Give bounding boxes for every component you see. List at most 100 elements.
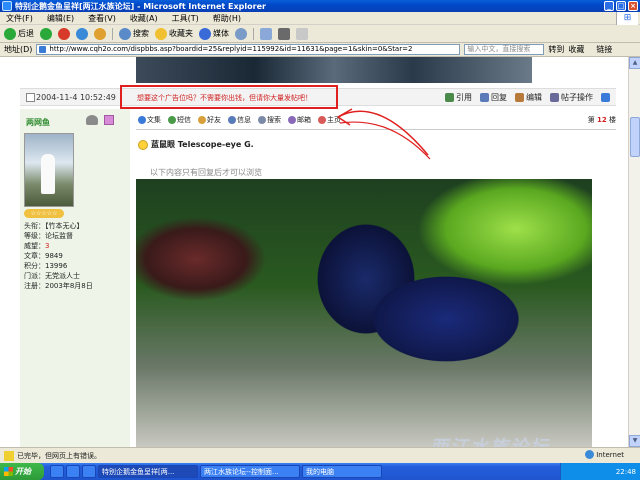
taskbar: 开始 特别企鹅金鱼呈祥[两... 两江水族论坛--控制面... 我的电脑 22:…: [0, 463, 640, 480]
menu-view[interactable]: 查看(V): [88, 13, 116, 24]
scroll-down-icon[interactable]: ▼: [629, 435, 640, 447]
post-manage-button[interactable]: 帖子操作: [550, 92, 593, 103]
stop-icon[interactable]: [58, 27, 70, 40]
menu-favorites[interactable]: 收藏(A): [130, 13, 158, 24]
menu-tools[interactable]: 工具(T): [172, 13, 199, 24]
menu-help[interactable]: 帮助(H): [213, 13, 241, 24]
windows-logo-icon: ⊞: [616, 12, 638, 25]
reply-icon: [480, 93, 489, 102]
back-arrow-icon: [4, 27, 16, 40]
avatar: [24, 133, 74, 207]
collection-icon: [138, 116, 146, 124]
menu-bar: 文件(F) 编辑(E) 查看(V) 收藏(A) 工具(T) 帮助(H) ⊞: [0, 12, 640, 25]
minimize-icon[interactable]: _: [604, 1, 614, 11]
security-zone: Internet: [585, 450, 624, 459]
window-title: 特别企鹅金鱼呈祥[两江水族论坛] - Microsoft Internet Ex…: [15, 1, 266, 11]
links-label[interactable]: 链接: [596, 44, 612, 55]
reply-button[interactable]: 回复: [480, 92, 507, 103]
reply-to-view-note: 以下内容只有回复后才可以浏览: [150, 168, 262, 177]
user-points-row: 积分：13996: [24, 262, 68, 270]
warning-icon[interactable]: [4, 450, 14, 461]
edit-post-icon: [515, 93, 524, 102]
go-button[interactable]: 转到: [548, 44, 564, 55]
user-profile-column: 两网鱼 ☆☆☆☆☆ 头衔：【竹本无心】 等级：论坛监督 威望：3 文章：9849…: [20, 109, 130, 447]
user-tools: 文集 短信 好友 信息 搜索 邮箱 主页: [138, 115, 341, 125]
status-bar: 已完毕，但网页上有错误。 Internet: [0, 447, 640, 463]
back-button[interactable]: 后退: [4, 27, 34, 40]
ad-link[interactable]: 想要这个广告位吗？不需要你出钱，但请你大量发帖吧！: [137, 93, 312, 103]
forward-arrow-icon[interactable]: [40, 27, 52, 40]
online-status-icon: [86, 115, 98, 125]
home-icon: [318, 116, 326, 124]
favorites-link-button[interactable]: 收藏: [568, 44, 584, 55]
arrow-up-icon: [601, 93, 610, 102]
smiley-icon: [138, 139, 148, 150]
rank-stars: ☆☆☆☆☆: [24, 209, 64, 218]
quote-button[interactable]: 引用: [445, 92, 472, 103]
toolbar-separator: [112, 27, 113, 40]
mail-icon: [288, 116, 296, 124]
home-icon[interactable]: [94, 27, 106, 40]
goldfish-photo[interactable]: [136, 179, 592, 447]
print-icon[interactable]: [278, 27, 290, 40]
edit-icon[interactable]: [296, 27, 308, 40]
status-text: 已完毕，但网页上有错误。: [17, 451, 101, 460]
start-button[interactable]: 开始: [0, 463, 44, 480]
search-icon: [258, 116, 266, 124]
scroll-up-icon[interactable]: ▲: [629, 57, 640, 69]
search-input[interactable]: 输入中文，直接搜索: [464, 44, 545, 55]
user-tool-info[interactable]: 信息: [228, 115, 251, 125]
star-icon: [155, 27, 167, 40]
floor-number: 第 12 楼: [587, 116, 616, 124]
quicklaunch-media-icon[interactable]: [82, 465, 96, 478]
user-title-row: 头衔：【竹本无心】: [24, 222, 84, 230]
taskbar-item-control-panel[interactable]: 两江水族论坛--控制面...: [200, 465, 300, 478]
site-watermark: 两江水族论坛: [430, 433, 550, 447]
user-level-row: 等级：论坛监督: [24, 232, 73, 240]
history-icon[interactable]: [235, 27, 247, 40]
toolbar: 后退 搜索 收藏夹 媒体: [0, 25, 640, 43]
scroll-thumb[interactable]: [630, 117, 640, 157]
clock[interactable]: 22:48: [616, 468, 636, 476]
friend-icon: [198, 116, 206, 124]
address-bar: 地址(D) http://www.cqh2o.com/dispbbs.asp?b…: [0, 43, 640, 57]
address-input[interactable]: http://www.cqh2o.com/dispbbs.asp?boardid…: [36, 44, 461, 55]
taskbar-item-my-computer[interactable]: 我的电脑: [302, 465, 382, 478]
scroll-top-button[interactable]: [601, 92, 610, 103]
info-icon: [228, 116, 236, 124]
previous-post-photo: [136, 57, 532, 83]
user-tool-message[interactable]: 短信: [168, 115, 191, 125]
user-posts-row: 文章：9849: [24, 252, 63, 260]
search-button[interactable]: 搜索: [119, 27, 149, 40]
user-info-list: 头衔：【竹本无心】 等级：论坛监督 威望：3 文章：9849 积分：13996 …: [24, 221, 93, 291]
windows-flag-icon: [4, 467, 13, 476]
username-link[interactable]: 两网鱼: [26, 117, 50, 128]
window-controls: _ □ ×: [604, 1, 638, 11]
user-register-row: 注册：2003年8月8日: [24, 282, 93, 290]
user-tool-search[interactable]: 搜索: [258, 115, 281, 125]
address-label: 地址(D): [4, 45, 33, 54]
post-time-icon: [26, 93, 35, 102]
vertical-scrollbar[interactable]: ▲ ▼: [628, 57, 640, 447]
taskbar-item-forum[interactable]: 特别企鹅金鱼呈祥[两...: [98, 465, 198, 478]
quicklaunch-ie-icon[interactable]: [50, 465, 64, 478]
media-button[interactable]: 媒体: [199, 27, 229, 40]
manage-icon: [550, 93, 559, 102]
favorites-button[interactable]: 收藏夹: [155, 27, 193, 40]
maximize-icon[interactable]: □: [616, 1, 626, 11]
user-tool-friend[interactable]: 好友: [198, 115, 221, 125]
user-prestige-row: 威望：3: [24, 242, 50, 250]
refresh-icon[interactable]: [76, 27, 88, 40]
close-icon[interactable]: ×: [628, 1, 638, 11]
user-tool-mail[interactable]: 邮箱: [288, 115, 311, 125]
menu-edit[interactable]: 编辑(E): [47, 13, 74, 24]
mail-icon[interactable]: [260, 27, 272, 40]
edit-button[interactable]: 编辑: [515, 92, 542, 103]
post-actions: 引用 回复 编辑 帖子操作: [445, 92, 610, 103]
post-header-bar: 2004-11-4 10:52:49 想要这个广告位吗？不需要你出钱，但请你大量…: [20, 85, 616, 109]
menu-file[interactable]: 文件(F): [6, 13, 33, 24]
quicklaunch-desktop-icon[interactable]: [66, 465, 80, 478]
globe-icon: [585, 450, 595, 459]
quote-icon: [445, 93, 454, 102]
user-tool-collection[interactable]: 文集: [138, 115, 161, 125]
